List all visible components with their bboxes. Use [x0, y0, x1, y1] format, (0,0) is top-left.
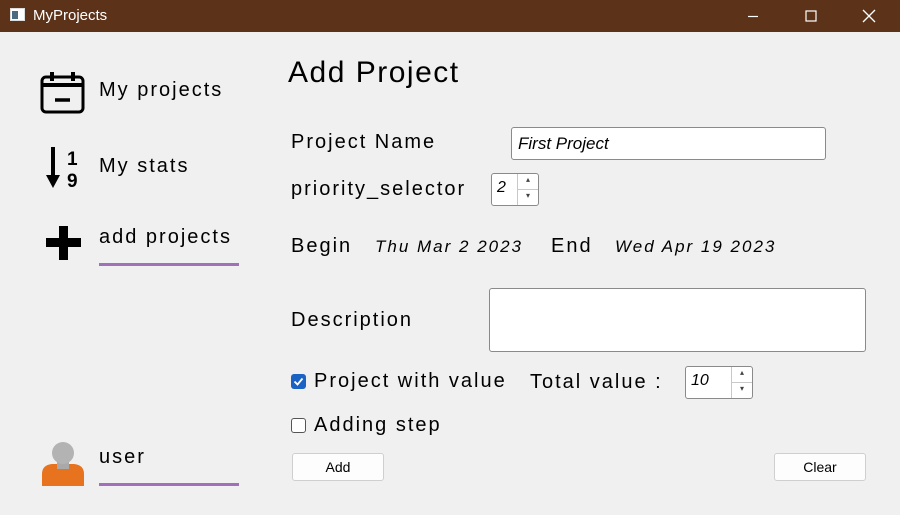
- adding-step-label: Adding step: [314, 414, 442, 436]
- project-with-value-checkbox[interactable]: [291, 374, 306, 389]
- page-title: Add Project: [288, 56, 460, 89]
- add-button[interactable]: Add: [292, 453, 384, 481]
- project-name-label: Project Name: [291, 131, 437, 153]
- app-body: [0, 32, 900, 515]
- app-icon: [10, 8, 25, 21]
- total-value-label: Total value :: [530, 371, 663, 393]
- spin-up-button[interactable]: ▴: [518, 174, 538, 190]
- sort-numeric-icon: 1 9: [46, 147, 78, 190]
- minimize-icon: [748, 15, 758, 18]
- maximize-icon: [805, 10, 817, 22]
- spin-down-button[interactable]: ▾: [518, 190, 538, 206]
- svg-text:1: 1: [67, 149, 78, 170]
- begin-date[interactable]: Thu Mar 2 2023: [375, 237, 523, 257]
- spin-up-button[interactable]: ▴: [732, 367, 752, 383]
- user-underline: [99, 483, 239, 486]
- close-button[interactable]: [846, 0, 892, 32]
- minimize-button[interactable]: [730, 0, 776, 32]
- begin-label: Begin: [291, 235, 353, 257]
- project-name-input[interactable]: First Project: [511, 127, 826, 160]
- calendar-icon: [40, 72, 85, 114]
- sidebar-item-label: user: [99, 446, 146, 468]
- end-label: End: [551, 235, 593, 257]
- total-value-spinbox[interactable]: 10 ▴ ▾: [685, 366, 753, 399]
- sidebar-item-label: My stats: [99, 155, 190, 177]
- checkmark-icon: [293, 377, 304, 386]
- adding-step-checkbox[interactable]: [291, 418, 306, 433]
- sidebar-item-label: add projects: [99, 226, 232, 248]
- description-label: Description: [291, 309, 414, 331]
- active-indicator: [99, 263, 239, 266]
- project-with-value-label: Project with value: [314, 370, 507, 392]
- title-bar: MyProjects: [0, 0, 900, 32]
- spin-down-button[interactable]: ▾: [732, 383, 752, 399]
- priority-spin-buttons: ▴ ▾: [517, 174, 538, 205]
- plus-icon: [46, 226, 81, 260]
- total-value-spin-buttons: ▴ ▾: [731, 367, 752, 398]
- svg-text:9: 9: [67, 171, 78, 190]
- close-icon: [862, 9, 876, 23]
- sidebar-item-label: My projects: [99, 79, 224, 101]
- priority-spinbox[interactable]: 2 ▴ ▾: [491, 173, 539, 206]
- project-name-value: First Project: [518, 134, 609, 153]
- priority-label: priority_selector: [291, 178, 467, 200]
- clear-button[interactable]: Clear: [774, 453, 866, 481]
- priority-value: 2: [497, 179, 506, 196]
- description-input[interactable]: [489, 288, 866, 352]
- end-date[interactable]: Wed Apr 19 2023: [615, 237, 776, 257]
- total-value-value: 10: [691, 372, 709, 389]
- user-avatar-icon: [42, 442, 84, 486]
- window-title: MyProjects: [33, 7, 108, 24]
- maximize-button[interactable]: [788, 0, 834, 32]
